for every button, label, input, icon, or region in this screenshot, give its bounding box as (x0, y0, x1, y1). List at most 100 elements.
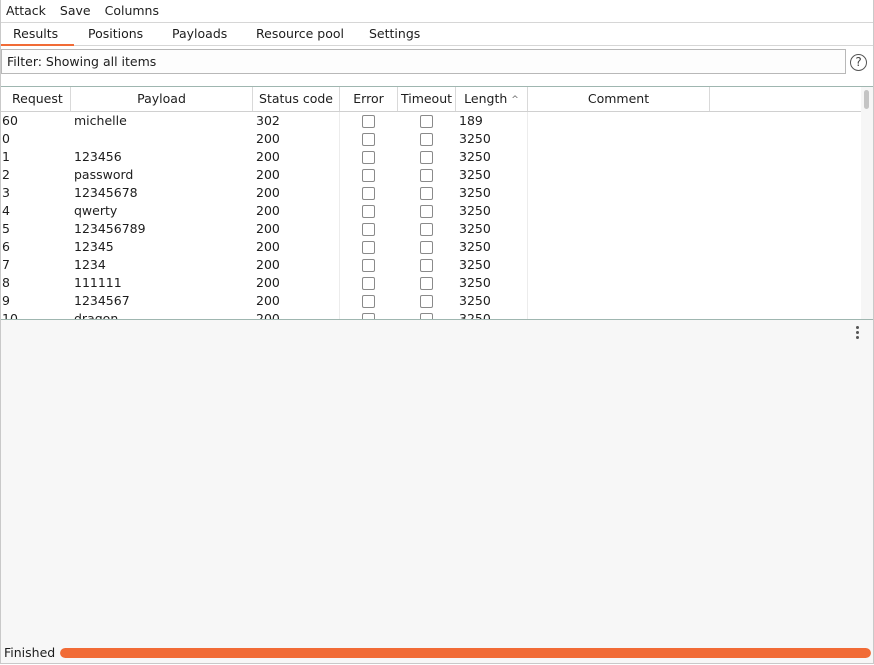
timeout-checkbox (420, 313, 433, 319)
cell-request: 6 (2, 239, 10, 254)
cell-request: 4 (2, 203, 10, 218)
cell-status-code: 200 (256, 167, 280, 182)
timeout-checkbox (420, 169, 433, 182)
cell-request: 3 (2, 185, 10, 200)
error-checkbox (362, 133, 375, 146)
table-body: 60 michelle 302 189 0 200 3250 1 123456 200 3250 2 p… (1, 112, 861, 320)
timeout-checkbox (420, 295, 433, 308)
cell-status-code: 302 (256, 113, 280, 128)
table-row[interactable]: 4 qwerty 200 3250 (1, 202, 861, 220)
tab-positions[interactable]: Positions (88, 23, 143, 45)
column-header-label: Timeout (400, 91, 453, 106)
cell-length: 3250 (459, 293, 491, 308)
cell-request: 2 (2, 167, 10, 182)
error-checkbox (362, 241, 375, 254)
detail-pane (1, 320, 873, 642)
table-row[interactable]: 8 111111 200 3250 (1, 274, 861, 292)
column-header-status-code[interactable]: Status code (253, 87, 340, 111)
cell-payload: 123456 (74, 149, 122, 164)
table-row[interactable]: 60 michelle 302 189 (1, 112, 861, 130)
tab-settings[interactable]: Settings (369, 23, 420, 45)
cell-length: 3250 (459, 275, 491, 290)
error-checkbox (362, 295, 375, 308)
cell-payload: 123456789 (74, 221, 146, 236)
tab-resource-pool[interactable]: Resource pool (256, 23, 344, 45)
intruder-attack-window: Attack Save Columns Results Positions Pa… (0, 0, 874, 664)
cell-length: 3250 (459, 185, 491, 200)
tab-bar: Results Positions Payloads Resource pool… (0, 23, 873, 46)
sort-ascending-icon: ^ (511, 95, 519, 105)
error-checkbox (362, 169, 375, 182)
column-header-length[interactable]: Length ^ (456, 87, 528, 111)
column-header-label: Comment (587, 91, 650, 106)
cell-payload: michelle (74, 113, 127, 128)
error-checkbox (362, 277, 375, 290)
table-row[interactable]: 0 200 3250 (1, 130, 861, 148)
cell-status-code: 200 (256, 131, 280, 146)
timeout-checkbox (420, 277, 433, 290)
column-header-error[interactable]: Error (340, 87, 398, 111)
cell-status-code: 200 (256, 293, 280, 308)
cell-payload: dragon (74, 311, 119, 320)
table-row[interactable]: 10 dragon 200 3250 (1, 310, 861, 320)
scrollbar-thumb[interactable] (864, 90, 869, 109)
cell-status-code: 200 (256, 257, 280, 272)
table-row[interactable]: 6 12345 200 3250 (1, 238, 861, 256)
error-checkbox (362, 115, 375, 128)
table-row[interactable]: 3 12345678 200 3250 (1, 184, 861, 202)
column-header-label: Status code (259, 91, 333, 106)
cell-length: 3250 (459, 203, 491, 218)
filter-bar[interactable]: Filter: Showing all items (1, 49, 846, 74)
menu-save[interactable]: Save (53, 0, 98, 22)
cell-request: 9 (2, 293, 10, 308)
tab-payloads[interactable]: Payloads (172, 23, 227, 45)
error-checkbox (362, 223, 375, 236)
cell-length: 3250 (459, 239, 491, 254)
cell-status-code: 200 (256, 311, 280, 320)
table-row[interactable]: 5 123456789 200 3250 (1, 220, 861, 238)
column-header-label: Payload (137, 91, 186, 106)
timeout-checkbox (420, 187, 433, 200)
help-icon[interactable]: ? (850, 54, 867, 71)
column-header-timeout[interactable]: Timeout (398, 87, 456, 111)
menu-bar: Attack Save Columns (1, 0, 873, 23)
error-checkbox (362, 187, 375, 200)
cell-payload: 12345678 (74, 185, 138, 200)
cell-status-code: 200 (256, 185, 280, 200)
table-row[interactable]: 2 password 200 3250 (1, 166, 861, 184)
cell-length: 3250 (459, 221, 491, 236)
cell-status-code: 200 (256, 221, 280, 236)
cell-request: 1 (2, 149, 10, 164)
tab-results[interactable]: Results (0, 23, 75, 46)
cell-request: 7 (2, 257, 10, 272)
menu-attack[interactable]: Attack (1, 0, 53, 22)
error-checkbox (362, 313, 375, 319)
table-row[interactable]: 1 123456 200 3250 (1, 148, 861, 166)
table-row[interactable]: 7 1234 200 3250 (1, 256, 861, 274)
cell-length: 3250 (459, 149, 491, 164)
cell-request: 0 (2, 131, 10, 146)
column-header-comment[interactable]: Comment (528, 87, 710, 111)
menu-columns[interactable]: Columns (98, 0, 166, 22)
cell-request: 5 (2, 221, 10, 236)
cell-length: 189 (459, 113, 483, 128)
vertical-scrollbar[interactable] (861, 87, 873, 319)
progress-bar-fill (60, 648, 871, 658)
cell-status-code: 200 (256, 149, 280, 164)
timeout-checkbox (420, 223, 433, 236)
column-header-label: Length (464, 91, 508, 106)
timeout-checkbox (420, 205, 433, 218)
column-header-request[interactable]: Request (1, 87, 71, 111)
more-vertical-icon[interactable] (852, 324, 864, 340)
status-text: Finished (4, 645, 56, 660)
cell-status-code: 200 (256, 203, 280, 218)
cell-status-code: 200 (256, 239, 280, 254)
cell-payload: 111111 (74, 275, 122, 290)
cell-payload: 12345 (74, 239, 114, 254)
results-table: Request Payload Status code Error Timeou… (1, 86, 873, 320)
table-row[interactable]: 9 1234567 200 3250 (1, 292, 861, 310)
error-checkbox (362, 151, 375, 164)
column-header-payload[interactable]: Payload (71, 87, 253, 111)
cell-status-code: 200 (256, 275, 280, 290)
timeout-checkbox (420, 259, 433, 272)
